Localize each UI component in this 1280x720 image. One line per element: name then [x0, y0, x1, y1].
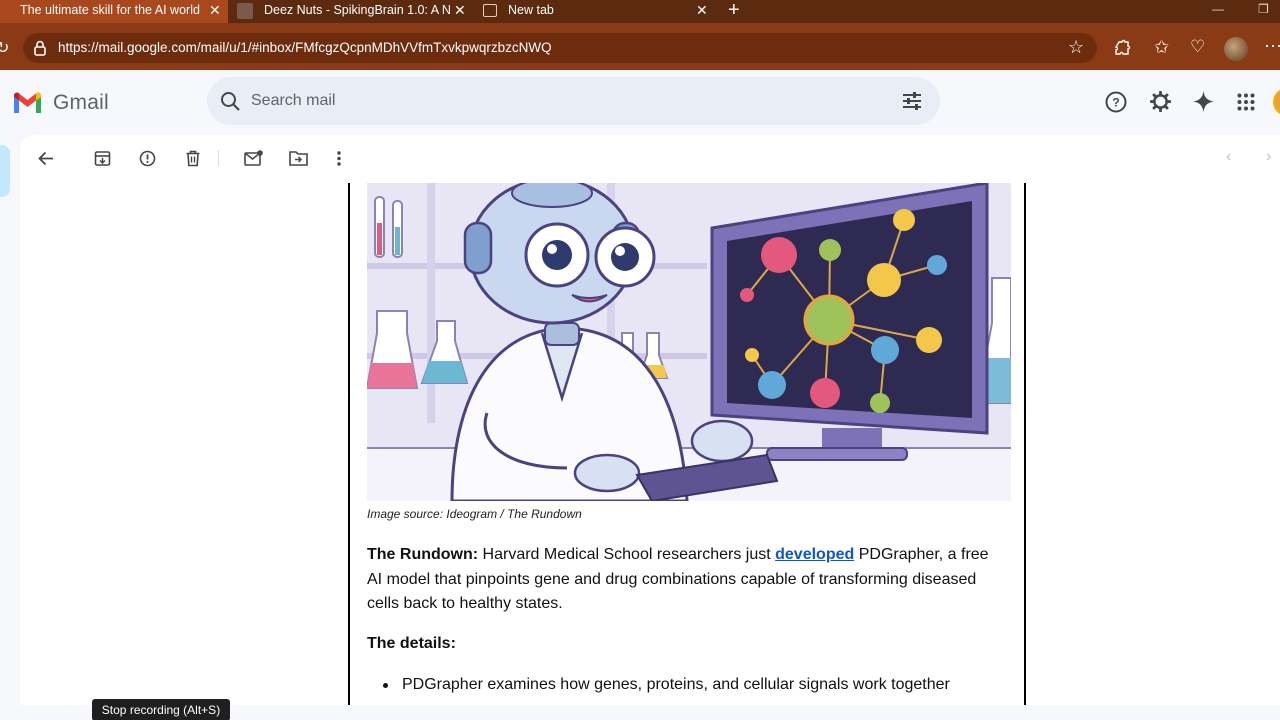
sidebar-selected-indicator[interactable] — [0, 145, 10, 197]
search-options-icon[interactable] — [902, 91, 922, 111]
bookmark-star-icon[interactable]: ☆ — [1068, 37, 1084, 58]
support-icon[interactable]: ? — [1105, 91, 1127, 113]
new-tab-page-icon — [483, 4, 497, 17]
tab-label: Deez Nuts - SpikingBrain 1.0: A N — [264, 3, 451, 17]
tab-favicon-icon — [237, 3, 253, 19]
delete-icon[interactable] — [185, 150, 201, 167]
search-icon[interactable] — [220, 91, 241, 112]
favorites-icon[interactable]: ✩ — [1154, 37, 1169, 58]
list-item: PDGrapher examines how genes, proteins, … — [402, 676, 1002, 694]
robot-scientist-illustration — [367, 183, 1011, 501]
browser-essentials-icon[interactable]: ♡ — [1190, 37, 1205, 57]
archive-icon[interactable] — [94, 150, 111, 167]
rundown-paragraph: The Rundown: Harvard Medical School rese… — [367, 543, 1007, 617]
close-tab-icon[interactable]: ✕ — [209, 2, 221, 19]
rundown-label: The Rundown: — [367, 546, 479, 563]
more-options-icon[interactable]: ⋯ — [1264, 36, 1280, 57]
tab-label: The ultimate skill for the AI world — [20, 3, 200, 17]
apps-grid-icon[interactable] — [1237, 93, 1255, 111]
back-arrow-icon[interactable] — [37, 150, 54, 167]
gmail-logo-icon[interactable] — [12, 91, 43, 113]
mark-unread-icon[interactable] — [244, 150, 263, 166]
image-caption: Image source: Ideogram / The Rundown — [367, 507, 582, 521]
prev-icon[interactable]: ‹ — [1226, 148, 1231, 166]
close-tab-icon[interactable]: ✕ — [696, 2, 708, 19]
tab-deez-nuts[interactable]: Deez Nuts - SpikingBrain 1.0: A N ✕ — [228, 0, 475, 23]
more-vert-icon[interactable] — [335, 150, 343, 167]
new-tab-button[interactable]: + — [728, 0, 740, 20]
email-body: Image source: Ideogram / The Rundown The… — [348, 183, 1026, 720]
minimize-icon[interactable]: — — [1212, 2, 1224, 16]
reload-icon[interactable]: ↻ — [0, 38, 9, 58]
rundown-text: Harvard Medical School researchers just — [482, 546, 771, 563]
svg-text:?: ? — [1112, 96, 1119, 110]
tab-label: New tab — [508, 3, 554, 17]
stop-recording-toast[interactable]: Stop recording (Alt+S) — [92, 699, 230, 720]
gmail-wordmark[interactable]: Gmail — [53, 91, 109, 115]
gemini-sparkle-icon[interactable] — [1192, 90, 1215, 113]
url-text: https://mail.google.com/mail/u/1/#inbox/… — [58, 40, 552, 55]
tab-new-tab[interactable]: New tab ✕ — [475, 0, 720, 23]
details-heading: The details: — [367, 635, 456, 652]
site-info-icon[interactable] — [33, 40, 47, 56]
settings-gear-icon[interactable] — [1149, 90, 1172, 113]
list-item-text: PDGrapher examines how genes, proteins, … — [402, 676, 950, 693]
next-icon[interactable]: › — [1266, 148, 1271, 166]
report-spam-icon[interactable] — [139, 150, 156, 167]
tab-active[interactable]: The ultimate skill for the AI world ✕ — [0, 0, 228, 23]
developed-link[interactable]: developed — [775, 546, 854, 563]
extensions-icon[interactable] — [1113, 39, 1131, 57]
search-input[interactable]: Search mail — [251, 92, 335, 110]
toolbar-divider — [218, 150, 219, 166]
close-tab-icon[interactable]: ✕ — [454, 2, 466, 19]
profile-avatar[interactable] — [1224, 37, 1248, 61]
bullet-marker — [383, 683, 388, 688]
move-to-icon[interactable] — [289, 150, 308, 166]
restore-icon[interactable]: ❐ — [1258, 2, 1269, 16]
